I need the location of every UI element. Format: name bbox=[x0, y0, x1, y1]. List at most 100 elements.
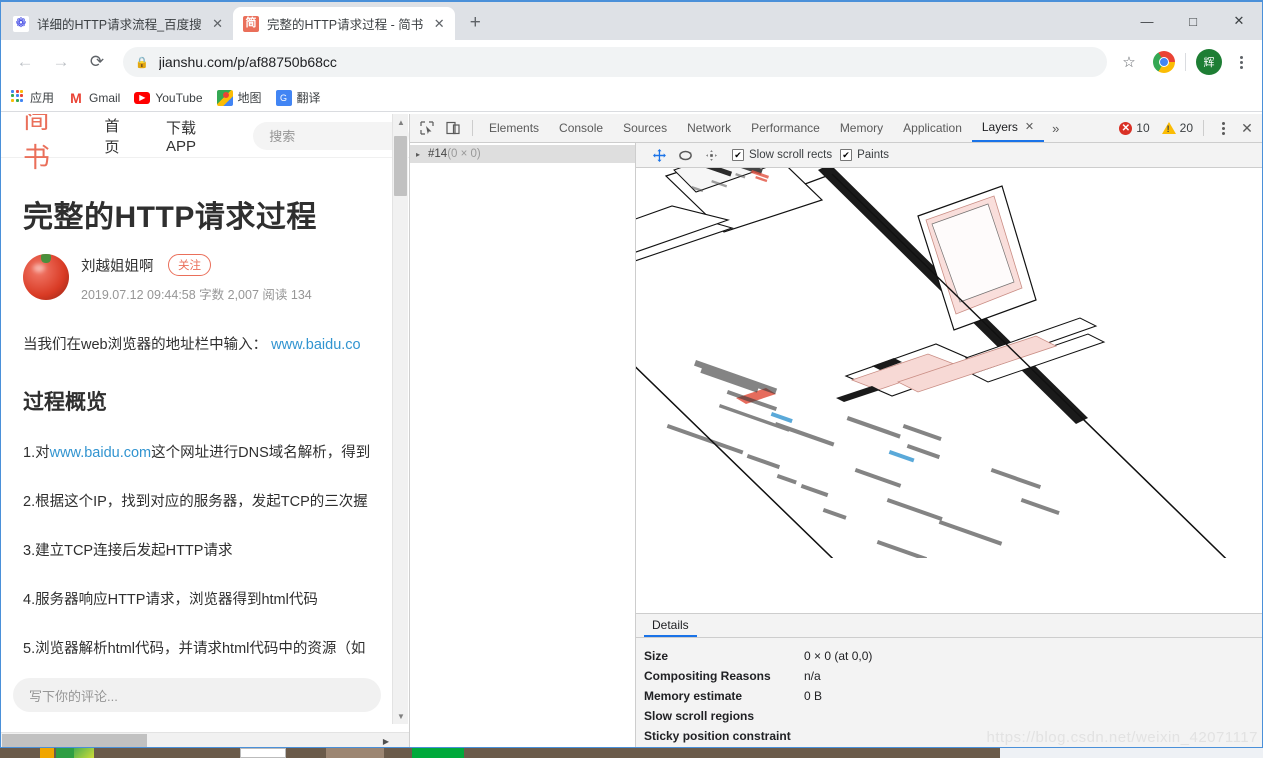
comment-area: 写下你的评论... bbox=[1, 667, 393, 724]
slow-scroll-rects-checkbox[interactable]: ✔ Slow scroll rects bbox=[732, 149, 832, 161]
site-search-input[interactable]: 搜索 bbox=[253, 121, 409, 150]
minimize-button[interactable]: — bbox=[1124, 5, 1170, 37]
intro-link[interactable]: www.baidu.co bbox=[271, 337, 360, 353]
page-vertical-scrollbar[interactable]: ▲ ▼ bbox=[392, 114, 408, 724]
content-area: 简书 首页 下载APP 搜索 完整的HTTP请求过程 刘越姐姐啊 关注 2019… bbox=[1, 114, 1262, 747]
bookmark-star-icon[interactable]: ☆ bbox=[1115, 48, 1143, 76]
author-avatar[interactable] bbox=[23, 254, 69, 300]
devtools-tab-performance[interactable]: Performance bbox=[741, 114, 830, 142]
devtools-tabbar: Elements Console Sources Network Perform… bbox=[410, 114, 1262, 143]
scroll-up-arrow-icon[interactable]: ▲ bbox=[393, 114, 409, 130]
error-count-badge[interactable]: ✕ 10 bbox=[1119, 121, 1150, 135]
vertical-scroll-thumb[interactable] bbox=[394, 136, 407, 196]
layers-tree-row[interactable]: ▸ #14 (0 × 0) bbox=[410, 145, 635, 163]
tab-close-icon[interactable]: ✕ bbox=[431, 16, 447, 32]
desktop-icon[interactable] bbox=[412, 748, 464, 758]
details-tab[interactable]: Details bbox=[644, 618, 697, 637]
tab-title: 详细的HTTP请求流程_百度搜索 bbox=[37, 18, 203, 32]
browser-tab-baidu[interactable]: ❁ 详细的HTTP请求流程_百度搜索 ✕ bbox=[3, 7, 233, 40]
horizontal-scroll-thumb[interactable] bbox=[2, 734, 147, 747]
back-button[interactable]: ← bbox=[10, 47, 40, 77]
author-name[interactable]: 刘越姐姐啊 bbox=[81, 259, 154, 275]
chevron-right-icon[interactable]: ▸ bbox=[416, 150, 428, 159]
rotate-mode-icon[interactable] bbox=[672, 145, 698, 165]
toolbar-divider bbox=[472, 120, 473, 136]
profile-avatar[interactable]: 辉 bbox=[1196, 49, 1222, 75]
checkbox-checked-icon: ✔ bbox=[732, 149, 744, 161]
device-toolbar-icon[interactable] bbox=[440, 116, 466, 140]
chrome-extension-icon[interactable] bbox=[1153, 51, 1175, 73]
bookmark-maps[interactable]: 地图 bbox=[216, 89, 262, 106]
tab-close-icon[interactable]: ✕ bbox=[210, 16, 225, 32]
bookmark-apps[interactable]: 应用 bbox=[9, 89, 54, 106]
article-step-4: 4.服务器响应HTTP请求，浏览器得到html代码 bbox=[23, 592, 318, 609]
article-step-3: 3.建立TCP连接后发起HTTP请求 bbox=[23, 543, 233, 560]
bookmark-label: Gmail bbox=[89, 90, 121, 105]
address-bar[interactable]: 🔒 jianshu.com/p/af88750b68cc bbox=[123, 47, 1107, 77]
devtools-tab-layers[interactable]: Layers ✕ bbox=[971, 113, 1045, 142]
bookmark-label: 地图 bbox=[237, 91, 262, 105]
devtools-tab-elements[interactable]: Elements bbox=[479, 114, 549, 142]
details-row-size: Size 0 × 0 (at 0,0) bbox=[644, 646, 1262, 666]
inspect-element-icon[interactable] bbox=[414, 116, 440, 140]
devtools-tab-memory[interactable]: Memory bbox=[830, 114, 893, 142]
details-key: Memory estimate bbox=[644, 689, 743, 703]
step-prefix: 1.对 bbox=[23, 444, 50, 461]
bookmark-label: 应用 bbox=[30, 91, 55, 105]
devtools-settings-icon[interactable] bbox=[1212, 117, 1234, 139]
devtools-overflow-icon[interactable]: » bbox=[1044, 121, 1067, 136]
browser-window: ❁ 详细的HTTP请求流程_百度搜索 ✕ 简 完整的HTTP请求过程 - 简书 … bbox=[0, 0, 1263, 748]
layers-3d-canvas[interactable] bbox=[636, 168, 1262, 613]
new-tab-button[interactable]: + bbox=[461, 9, 489, 37]
youtube-icon: ▶ bbox=[134, 91, 151, 104]
close-window-button[interactable]: ✕ bbox=[1216, 5, 1262, 37]
pan-mode-icon[interactable] bbox=[646, 145, 672, 165]
desktop-icon[interactable] bbox=[240, 748, 286, 758]
jianshu-logo[interactable]: 简书 bbox=[23, 114, 72, 175]
paints-checkbox[interactable]: ✔ Paints bbox=[840, 149, 889, 161]
reset-transform-icon[interactable] bbox=[698, 145, 724, 165]
desktop-icon[interactable] bbox=[40, 748, 54, 758]
devtools-tab-console[interactable]: Console bbox=[549, 114, 613, 142]
browser-tab-jianshu[interactable]: 简 完整的HTTP请求过程 - 简书 ✕ bbox=[233, 7, 456, 40]
page-horizontal-scrollbar[interactable]: ▶ bbox=[1, 732, 409, 747]
devtools-tab-network[interactable]: Network bbox=[677, 114, 741, 142]
desktop-icon[interactable] bbox=[56, 748, 74, 758]
scroll-right-arrow-icon[interactable]: ▶ bbox=[378, 733, 394, 747]
maximize-button[interactable]: □ bbox=[1170, 5, 1216, 37]
forward-button[interactable]: → bbox=[46, 47, 76, 77]
article-step-2: 2.根据这个IP，找到对应的服务器，发起TCP的三次握 bbox=[23, 493, 368, 510]
checkbox-label: Paints bbox=[857, 149, 890, 161]
details-value: n/a bbox=[804, 669, 821, 683]
article-step-5: 5.浏览器解析html代码，并请求html代码中的资源（如 bbox=[23, 641, 366, 658]
devtools-tab-close-icon[interactable]: ✕ bbox=[1025, 113, 1034, 141]
devtools-close-icon[interactable]: ✕ bbox=[1236, 117, 1258, 139]
bookmark-gmail[interactable]: M Gmail bbox=[68, 90, 120, 106]
chrome-menu-icon[interactable] bbox=[1228, 49, 1254, 75]
nav-download-app[interactable]: 下载APP bbox=[166, 117, 217, 155]
step-link[interactable]: www.baidu.com bbox=[50, 445, 152, 461]
details-tabbar: Details bbox=[636, 614, 1262, 638]
warning-count-badge[interactable]: 20 bbox=[1161, 121, 1193, 135]
article-step-1: 1.对www.baidu.com这个网址进行DNS域名解析，得到 bbox=[23, 442, 387, 465]
devtools-tab-application[interactable]: Application bbox=[893, 114, 972, 142]
page-viewport: 简书 首页 下载APP 搜索 完整的HTTP请求过程 刘越姐姐啊 关注 2019… bbox=[1, 114, 410, 747]
desktop-icon[interactable] bbox=[74, 748, 94, 758]
details-pane: Details Size 0 × 0 (at 0,0) Compositing … bbox=[636, 613, 1262, 747]
bookmark-youtube[interactable]: ▶ YouTube bbox=[134, 91, 203, 105]
devtools-panel: Elements Console Sources Network Perform… bbox=[410, 114, 1262, 747]
devtools-tab-sources[interactable]: Sources bbox=[613, 114, 677, 142]
details-row-slow-scroll-regions: Slow scroll regions bbox=[644, 706, 1262, 726]
follow-button[interactable]: 关注 bbox=[167, 254, 211, 276]
scroll-down-arrow-icon[interactable]: ▼ bbox=[393, 708, 409, 724]
tab-title: 完整的HTTP请求过程 - 简书 bbox=[267, 18, 424, 32]
bookmarks-bar: 应用 M Gmail ▶ YouTube 地图 G 翻译 bbox=[1, 84, 1262, 112]
intro-text: 当我们在web浏览器的地址栏中输入： bbox=[23, 337, 268, 353]
bookmark-translate[interactable]: G 翻译 bbox=[275, 89, 321, 106]
layers-panel: ▸ #14 (0 × 0) ✔ Slow scroll rects ✔ Pain… bbox=[410, 143, 1262, 747]
translate-icon: G bbox=[275, 89, 292, 106]
reload-button[interactable]: ⟳ bbox=[82, 47, 112, 77]
comment-input[interactable]: 写下你的评论... bbox=[13, 678, 381, 712]
nav-home[interactable]: 首页 bbox=[104, 115, 130, 157]
desktop-icon[interactable] bbox=[326, 748, 384, 758]
